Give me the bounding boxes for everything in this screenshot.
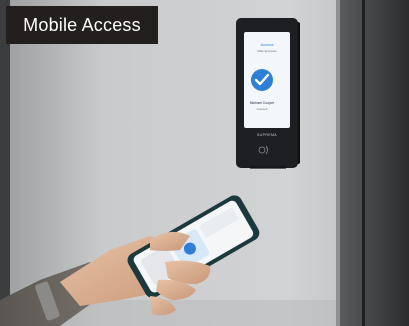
scene-illustration: Access Main Entrance Michael Cooper Gran…: [0, 0, 409, 326]
title-badge-label: Mobile Access: [23, 15, 141, 35]
reader-status-text: Granted: [257, 107, 268, 111]
reader-brand: SUPREMA: [257, 133, 277, 137]
reader-screen-subheader: Main Entrance: [257, 49, 277, 53]
reader-status-name: Michael Cooper: [250, 101, 275, 105]
access-reader: Access Main Entrance Michael Cooper Gran…: [236, 18, 300, 169]
left-edge: [0, 0, 10, 326]
title-badge: Mobile Access: [6, 6, 158, 44]
door-frame-edge: [336, 0, 340, 326]
door-frame: [336, 0, 409, 326]
photo-scene: Access Main Entrance Michael Cooper Gran…: [0, 0, 409, 326]
door-frame-gap: [362, 0, 365, 326]
reader-bottom-shadow: [250, 166, 286, 169]
reader-screen-header: Access: [261, 42, 274, 47]
